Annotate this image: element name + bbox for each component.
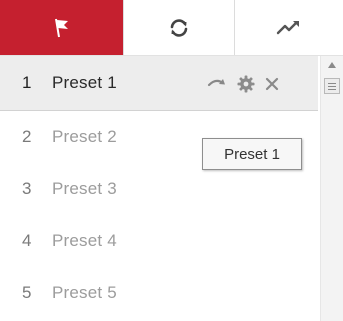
gear-icon[interactable]: [231, 75, 261, 93]
tab-preset[interactable]: [0, 0, 124, 55]
call-preset-icon[interactable]: [203, 76, 231, 92]
preset-number: 3: [22, 179, 32, 198]
close-icon[interactable]: [261, 77, 283, 91]
tab-pattern[interactable]: [235, 0, 343, 55]
preset-number: 5: [22, 283, 32, 302]
preset-tooltip: Preset 1: [202, 138, 302, 170]
preset-row[interactable]: 1 Preset 1: [0, 56, 318, 111]
scroll-thumb[interactable]: [324, 78, 340, 94]
preset-name: Preset 5: [52, 283, 117, 302]
scrollbar[interactable]: [320, 56, 343, 321]
preset-name: Preset 3: [52, 179, 117, 198]
tab-patrol[interactable]: [124, 0, 235, 55]
preset-number: 4: [22, 231, 32, 250]
preset-name: Preset 2: [52, 127, 117, 146]
tab-bar: [0, 0, 343, 56]
trend-icon: [276, 20, 299, 34]
preset-list: 1 Preset 1 2 Preset 2 3 Preset 3 4 Prese…: [0, 56, 318, 321]
preset-name: Preset 4: [52, 231, 117, 250]
preset-row[interactable]: 4 Preset 4: [0, 215, 318, 267]
preset-number: 2: [22, 127, 32, 146]
scroll-up-icon[interactable]: [328, 62, 336, 68]
preset-row[interactable]: 5 Preset 5: [0, 267, 318, 319]
flag-icon: [54, 18, 68, 37]
preset-row[interactable]: 3 Preset 3: [0, 163, 318, 215]
preset-row-actions: [203, 56, 283, 111]
preset-name: Preset 1: [52, 73, 117, 92]
refresh-icon: [170, 18, 188, 37]
preset-number: 1: [22, 73, 32, 92]
